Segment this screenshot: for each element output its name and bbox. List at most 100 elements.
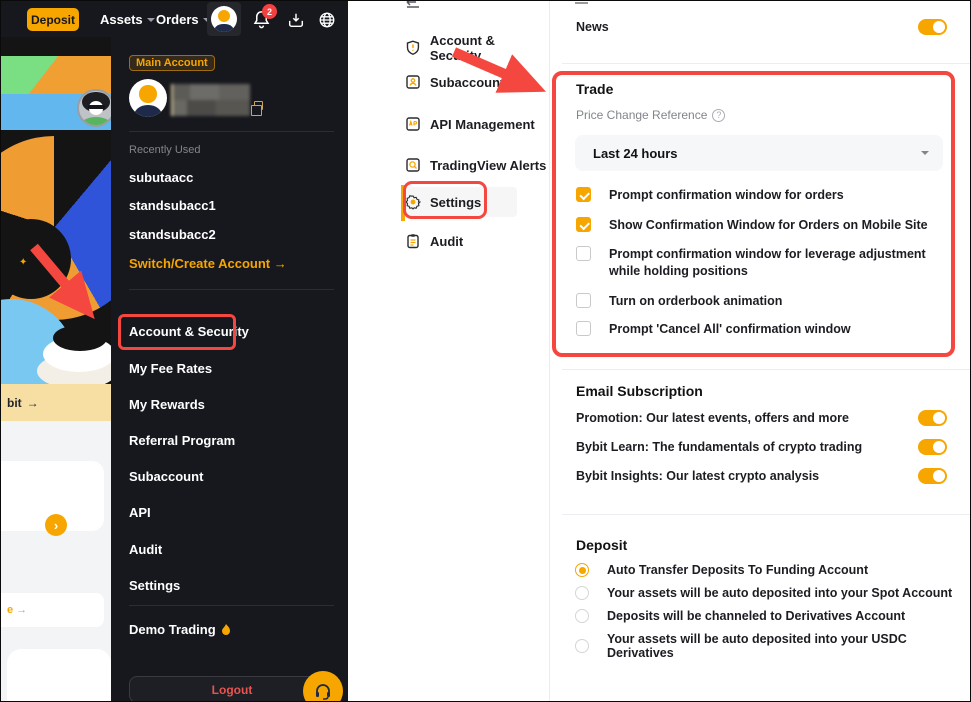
divider (129, 289, 334, 290)
divider (562, 369, 971, 370)
chevron-right-icon: › (54, 518, 58, 533)
copy-icon[interactable] (254, 101, 263, 110)
recent-account-item[interactable]: subutaacc (129, 170, 193, 185)
subaccount-icon (405, 74, 421, 90)
cancel-all-confirmation-checkbox[interactable] (576, 321, 591, 336)
derivatives-account-radio[interactable] (575, 609, 589, 623)
menu-item-settings[interactable]: Settings (129, 578, 180, 593)
recent-account-item[interactable]: standsubacc1 (129, 198, 216, 213)
account-dropdown-panel: Main Account Recently Used subutaacc sta… (111, 37, 348, 702)
menu-item-referral-program[interactable]: Referral Program (129, 433, 235, 448)
bybit-settings-screenshot: ✦ bit → › e → Deposit Assets Orders (0, 0, 971, 702)
avatar (211, 6, 237, 32)
nav-item-settings[interactable]: Settings (405, 194, 481, 210)
orderbook-animation-checkbox[interactable] (576, 293, 591, 308)
tradingview-alerts-icon (405, 157, 421, 173)
checkbox-row: Show Confirmation Window for Orders on M… (576, 217, 928, 234)
chevron-down-icon (921, 151, 929, 155)
radio-row: Auto Transfer Deposits To Funding Accoun… (575, 563, 868, 577)
orders-confirmation-checkbox[interactable] (576, 187, 591, 202)
background-page: › e → (1, 421, 111, 702)
arrow-right-icon: → (27, 396, 39, 410)
switch-create-account-link[interactable]: Switch/Create Account → (129, 256, 287, 271)
checkbox-row: Turn on orderbook animation (576, 293, 782, 310)
divider (562, 63, 971, 64)
mobile-confirmation-checkbox[interactable] (576, 217, 591, 232)
settings-content: News Trade Price Change Reference ? Last… (549, 1, 971, 702)
background-banner: bit → (1, 384, 111, 421)
price-change-reference-label: Price Change Reference ? (576, 108, 725, 122)
blurred-username (171, 84, 250, 116)
toggle-row: Bybit Insights: Our latest crypto analys… (576, 468, 947, 484)
nav-item-api-management[interactable]: API Management (405, 116, 535, 132)
menu-item-account-security[interactable]: Account & Security (129, 324, 249, 339)
star-icon: ✦ (19, 257, 27, 268)
funding-account-radio[interactable] (575, 563, 589, 577)
menu-item-subaccount[interactable]: Subaccount (129, 469, 203, 484)
gear-icon (405, 194, 421, 210)
price-change-reference-dropdown[interactable]: Last 24 hours (575, 135, 943, 171)
usdc-derivatives-radio[interactable] (575, 639, 589, 653)
nav-item-subaccount[interactable]: Subaccount (405, 74, 504, 90)
divider (129, 605, 334, 606)
trade-section-title: Trade (576, 81, 613, 97)
arrow-right-icon: → (274, 256, 287, 271)
globe-icon[interactable] (318, 11, 336, 29)
flame-icon (221, 624, 231, 636)
radio-row: Your assets will be auto deposited into … (575, 632, 971, 660)
collapse-sidebar-icon[interactable] (405, 1, 421, 10)
settings-sidebar: Account & Security Subaccount API Manage… (348, 1, 549, 702)
api-icon (405, 116, 421, 132)
toggle-row: Promotion: Our latest events, offers and… (576, 410, 947, 426)
menu-item-audit[interactable]: Audit (129, 542, 162, 557)
divider (562, 514, 971, 515)
toggle-row: Bybit Learn: The fundamentals of crypto … (576, 439, 947, 455)
chevron-down-icon (147, 18, 155, 22)
profile-avatar-button[interactable] (207, 2, 241, 36)
checkbox-row: Prompt confirmation window for orders (576, 187, 844, 204)
help-icon[interactable]: ? (712, 109, 725, 122)
support-chat-button[interactable] (303, 671, 343, 702)
email-subscription-title: Email Subscription (576, 383, 703, 399)
audit-icon (405, 233, 421, 249)
menu-item-api[interactable]: API (129, 505, 151, 520)
checkbox-row: Prompt 'Cancel All' confirmation window (576, 321, 851, 338)
main-account-badge: Main Account (129, 55, 215, 71)
bybit-insights-toggle[interactable] (918, 468, 947, 484)
spot-account-radio[interactable] (575, 586, 589, 600)
news-toggle[interactable] (918, 19, 947, 35)
recent-account-item[interactable]: standsubacc2 (129, 227, 216, 242)
orders-menu[interactable]: Orders (156, 12, 211, 27)
radio-row: Your assets will be auto deposited into … (575, 586, 952, 600)
radio-row: Deposits will be channeled to Derivative… (575, 609, 905, 623)
nav-item-account-security[interactable]: Account & Security (405, 33, 549, 63)
recently-used-label: Recently Used (129, 144, 201, 156)
carousel-next-button[interactable]: › (45, 514, 67, 536)
deposit-section-title: Deposit (576, 537, 627, 553)
menu-item-my-fee-rates[interactable]: My Fee Rates (129, 361, 212, 376)
leverage-confirmation-checkbox[interactable] (576, 246, 591, 261)
background-card-link: e → (1, 593, 104, 627)
shield-icon (405, 40, 421, 56)
menu-item-my-rewards[interactable]: My Rewards (129, 397, 205, 412)
headset-icon (313, 681, 333, 701)
deposit-button[interactable]: Deposit (27, 8, 79, 31)
mascot-avatar (77, 89, 111, 127)
download-icon[interactable] (287, 11, 305, 29)
bybit-learn-toggle[interactable] (918, 439, 947, 455)
nav-item-audit[interactable]: Audit (405, 233, 463, 249)
notification-badge: 2 (262, 4, 277, 19)
avatar (129, 79, 167, 117)
background-artwork: ✦ bit → › e → (1, 37, 111, 702)
top-header: Deposit Assets Orders 2 (1, 1, 348, 37)
assets-menu[interactable]: Assets (100, 12, 155, 27)
arrow-right-icon: → (16, 604, 27, 616)
news-label: News (576, 20, 609, 34)
news-row: News (576, 19, 947, 35)
menu-item-demo-trading[interactable]: Demo Trading (129, 622, 231, 637)
nav-item-tradingview-alerts[interactable]: TradingView Alerts (405, 157, 546, 173)
divider (129, 131, 334, 132)
divider (575, 2, 588, 4)
background-card (7, 649, 111, 702)
promotion-toggle[interactable] (918, 410, 947, 426)
